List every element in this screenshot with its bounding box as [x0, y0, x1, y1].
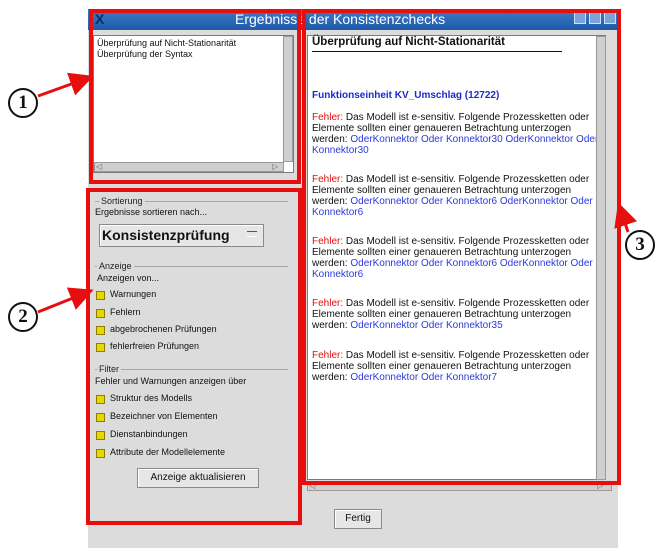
annotation-marker-1: 1 — [8, 88, 38, 118]
annotation-marker-3: 3 — [625, 230, 655, 260]
annotation-marker-2: 2 — [8, 302, 38, 332]
annotation-arrow-2 — [37, 287, 94, 314]
annotation-arrows — [37, 72, 638, 314]
annotation-arrow-3 — [614, 202, 638, 233]
annotation-arrow-1 — [37, 72, 94, 98]
